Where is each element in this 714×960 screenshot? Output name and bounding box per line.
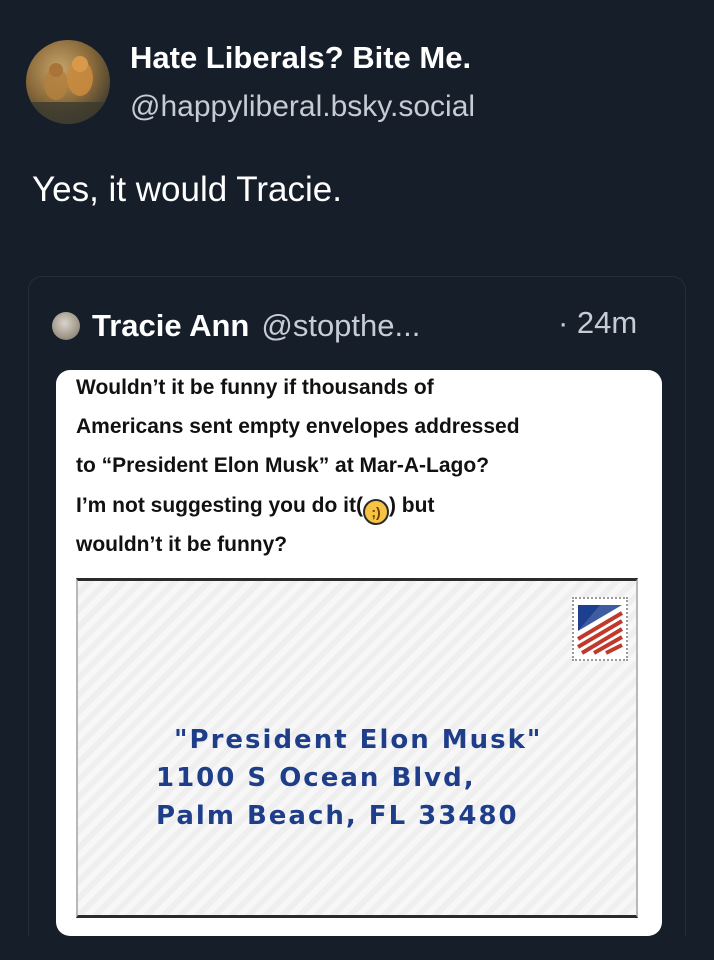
quoted-post-header: Tracie Ann @stopthe... bbox=[52, 303, 420, 349]
tweet-text-fragment: I’m not suggesting you do it( bbox=[76, 494, 363, 517]
winking-face-icon: ;) bbox=[362, 499, 389, 525]
address-street: 1100 S Ocean Blvd, bbox=[156, 763, 476, 793]
envelope: "President Elon Musk" 1100 S Ocean Blvd,… bbox=[76, 578, 638, 918]
flag-stamp-icon bbox=[572, 597, 628, 661]
tweet-text-fragment: ) but bbox=[388, 494, 435, 517]
post: Hate Liberals? Bite Me. @happyliberal.bs… bbox=[0, 0, 714, 960]
address-city: Palm Beach, FL 33480 bbox=[156, 801, 519, 831]
quoted-author-name[interactable]: Tracie Ann bbox=[92, 308, 249, 344]
author-avatar[interactable] bbox=[26, 40, 110, 124]
tweet-text-line: wouldn’t it be funny? bbox=[76, 533, 288, 556]
tweet-text-line: to “President Elon Musk” at Mar-A-Lago? bbox=[76, 454, 490, 477]
quoted-post-time[interactable]: · 24m bbox=[558, 305, 637, 341]
author-display-name[interactable]: Hate Liberals? Bite Me. bbox=[130, 40, 471, 76]
quoted-post-image[interactable]: Wouldn’t it be funny if thousands of Ame… bbox=[56, 370, 662, 936]
tweet-text-line-with-emoji: I’m not suggesting you do it(;)) but bbox=[76, 494, 434, 525]
tweet-text-line: Wouldn’t it be funny if thousands of bbox=[76, 376, 434, 399]
author-handle[interactable]: @happyliberal.bsky.social bbox=[130, 90, 475, 124]
address-recipient: "President Elon Musk" bbox=[174, 725, 543, 755]
quoted-author-avatar[interactable] bbox=[52, 312, 80, 340]
post-text: Yes, it would Tracie. bbox=[32, 170, 342, 209]
bottom-edge bbox=[0, 936, 714, 960]
tweet-text-line: Americans sent empty envelopes addressed bbox=[76, 415, 520, 438]
quoted-author-handle[interactable]: @stopthe... bbox=[261, 308, 420, 344]
